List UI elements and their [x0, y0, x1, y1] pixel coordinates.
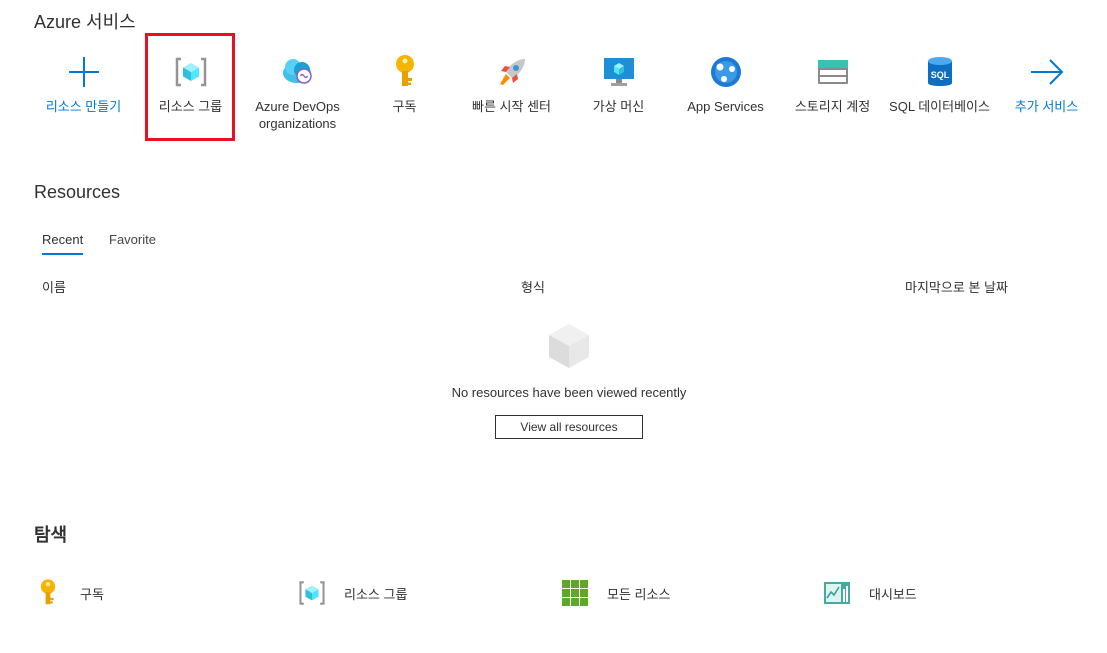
services-section-title: Azure 서비스: [34, 12, 136, 32]
column-header-last-viewed[interactable]: 마지막으로 본 날짜: [905, 277, 1008, 296]
column-header-type[interactable]: 형식: [521, 277, 545, 296]
resources-section-title: Resources: [34, 182, 121, 202]
empty-state-message: No resources have been viewed recently: [451, 385, 687, 400]
dashboard-icon: [823, 579, 851, 607]
service-sql-databases[interactable]: SQL SQL 데이터베이스: [886, 54, 993, 115]
service-label: 빠른 시작 센터: [472, 99, 551, 114]
service-label: 추가 서비스: [1014, 99, 1079, 114]
rocket-icon: [494, 54, 530, 90]
service-label: 스토리지 계정: [794, 99, 871, 114]
devops-icon: [280, 54, 316, 90]
service-more-services[interactable]: 추가 서비스: [993, 54, 1100, 115]
tab-favorite[interactable]: Favorite: [109, 230, 156, 253]
key-icon: [387, 54, 423, 90]
service-storage-accounts[interactable]: 스토리지 계정: [779, 54, 886, 115]
explore-item-label: 구독: [80, 586, 104, 602]
explore-item-resource-groups[interactable]: 리소스 그룹: [298, 578, 407, 608]
service-create-resource[interactable]: 리소스 만들기: [30, 54, 137, 115]
explore-item-label: 리소스 그룹: [344, 586, 408, 602]
explore-item-subscriptions[interactable]: 구독: [34, 578, 104, 608]
service-subscriptions[interactable]: 구독: [351, 54, 458, 115]
resource-group-icon: [298, 579, 326, 607]
service-label: 리소스 만들기: [45, 99, 122, 114]
explore-section-title: 탐색: [34, 525, 68, 545]
service-label: Azure DevOps organizations: [255, 99, 340, 131]
empty-cube-icon: [547, 322, 591, 370]
arrow-right-icon: [1029, 54, 1065, 90]
service-quickstart[interactable]: 빠른 시작 센터: [458, 54, 565, 115]
service-label: SQL 데이터베이스: [889, 99, 990, 114]
service-label: App Services: [687, 99, 764, 114]
svg-text:SQL: SQL: [930, 70, 949, 80]
column-header-name[interactable]: 이름: [42, 277, 66, 296]
service-label: 가상 머신: [592, 99, 645, 114]
explore-item-label: 모든 리소스: [607, 586, 671, 602]
service-devops[interactable]: Azure DevOps organizations: [244, 54, 351, 132]
service-app-services[interactable]: App Services: [672, 54, 779, 115]
highlight-box: [145, 33, 235, 141]
storage-icon: [815, 54, 851, 90]
service-label: 구독: [392, 99, 417, 114]
plus-icon: [66, 54, 102, 90]
explore-item-all-resources[interactable]: 모든 리소스: [561, 578, 670, 608]
explore-item-dashboard[interactable]: 대시보드: [823, 578, 917, 608]
sql-icon: SQL: [922, 54, 958, 90]
app-services-icon: [708, 54, 744, 90]
tab-recent[interactable]: Recent: [42, 230, 84, 255]
key-icon: [34, 579, 62, 607]
explore-item-label: 대시보드: [869, 586, 917, 602]
grid-icon: [561, 579, 589, 607]
service-virtual-machines[interactable]: 가상 머신: [565, 54, 672, 115]
view-all-resources-button[interactable]: View all resources: [495, 415, 643, 439]
vm-icon: [601, 54, 637, 90]
